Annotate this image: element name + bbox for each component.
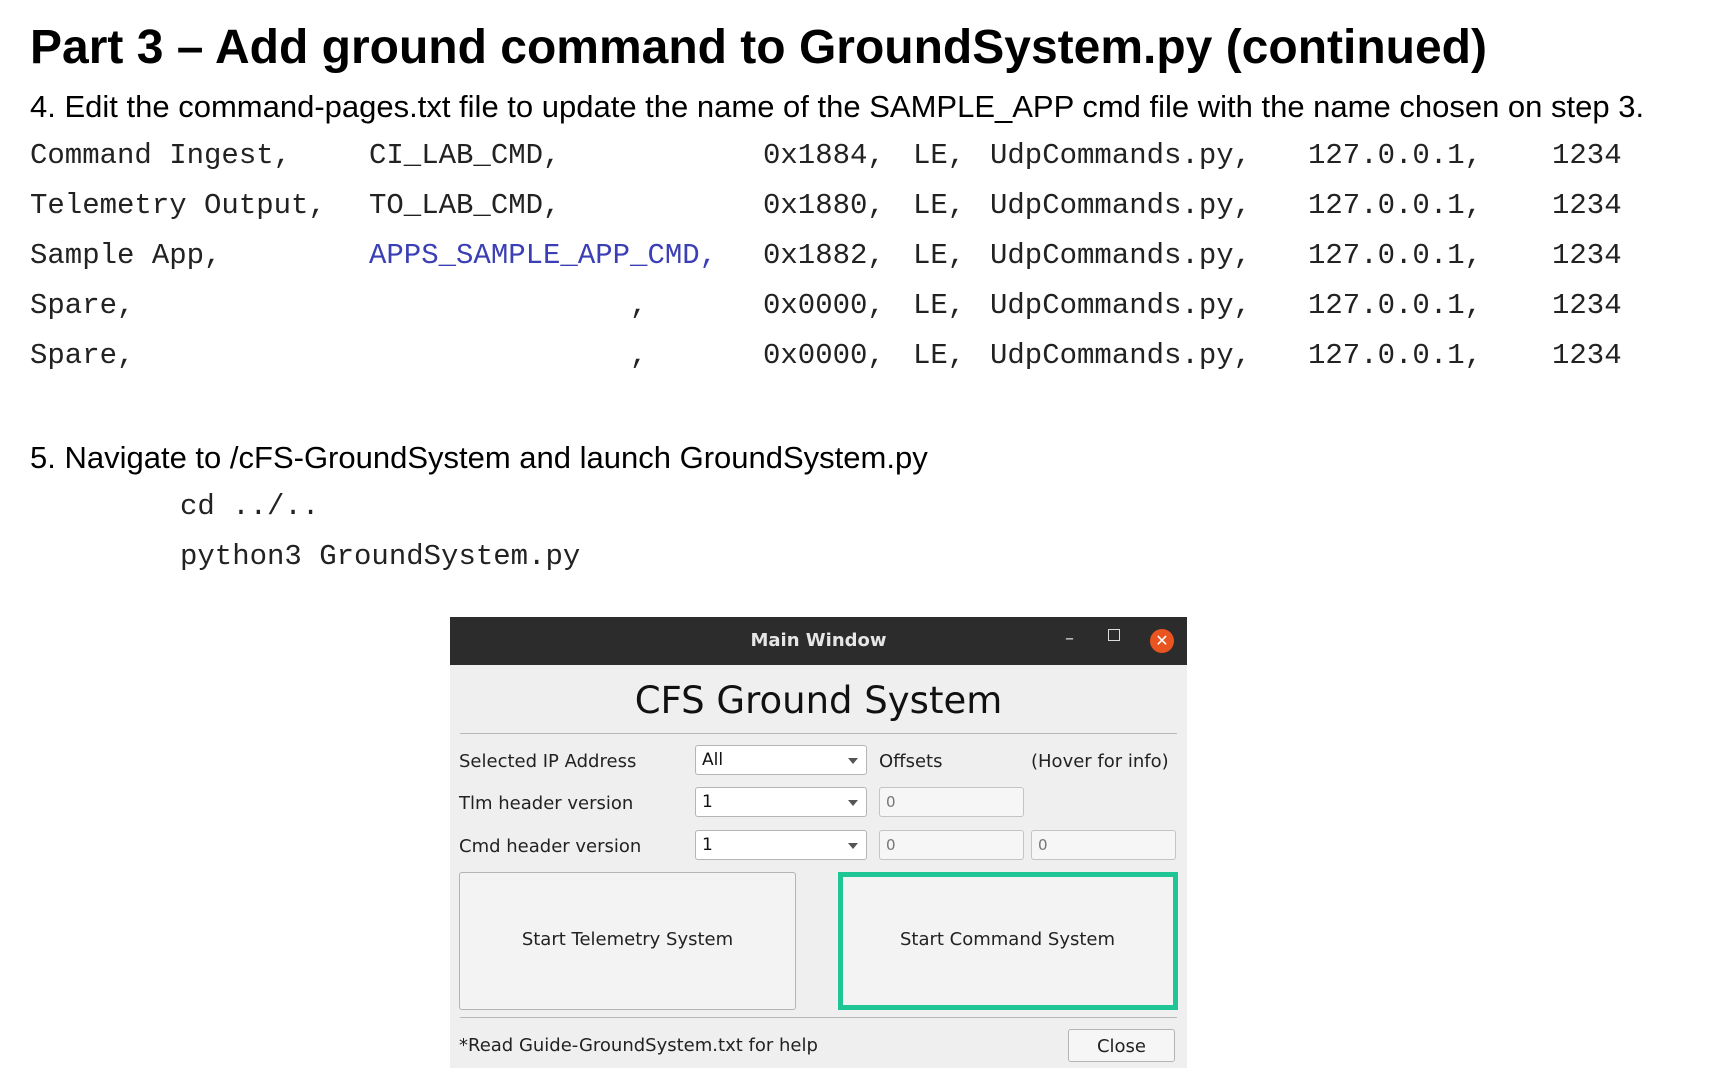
tlm-header-version-label: Tlm header version xyxy=(459,793,634,814)
command-ip: 127.0.0.1, xyxy=(1308,189,1483,222)
command-macro: TO_LAB_CMD, xyxy=(369,189,561,222)
divider xyxy=(460,1017,1177,1018)
command-macro: , xyxy=(630,339,648,372)
chevron-down-icon xyxy=(848,843,858,849)
app-title: CFS Ground System xyxy=(634,679,1003,722)
code-line-cd: cd ../.. xyxy=(180,490,320,523)
command-id: 0x0000, xyxy=(763,289,885,322)
command-row: Command Ingest, CI_LAB_CMD, 0x1884, LE, … xyxy=(30,135,1690,185)
command-name: Sample App, xyxy=(30,239,222,272)
window-title-bar[interactable]: Main Window – ✕ xyxy=(450,617,1187,665)
command-endian: LE, xyxy=(913,289,966,322)
command-port: 1234 xyxy=(1552,339,1622,372)
page-title: Part 3 – Add ground command to GroundSys… xyxy=(30,21,1487,74)
selected-ip-label: Selected IP Address xyxy=(459,751,637,772)
command-file: UdpCommands.py, xyxy=(990,239,1252,272)
close-icon[interactable]: ✕ xyxy=(1150,629,1174,653)
command-file: UdpCommands.py, xyxy=(990,289,1252,322)
command-file: UdpCommands.py, xyxy=(990,139,1252,172)
minimize-icon[interactable]: – xyxy=(1065,628,1074,649)
selected-ip-dropdown[interactable]: All xyxy=(695,745,867,775)
command-macro: , xyxy=(630,289,648,322)
step-4-instruction: 4. Edit the command-pages.txt file to up… xyxy=(30,89,1645,124)
command-ip: 127.0.0.1, xyxy=(1308,339,1483,372)
tlm-header-version-dropdown[interactable]: 1 xyxy=(695,787,867,817)
maximize-icon[interactable] xyxy=(1108,629,1120,641)
command-id: 0x1882, xyxy=(763,239,885,272)
command-endian: LE, xyxy=(913,189,966,222)
cmd-header-version-value: 1 xyxy=(702,835,713,855)
command-file: UdpCommands.py, xyxy=(990,189,1252,222)
command-macro-highlighted: APPS_SAMPLE_APP_CMD, xyxy=(369,239,718,272)
command-ip: 127.0.0.1, xyxy=(1308,289,1483,322)
start-command-system-label: Start Command System xyxy=(899,929,1116,950)
command-port: 1234 xyxy=(1552,139,1622,172)
command-row: Telemetry Output, TO_LAB_CMD, 0x1880, LE… xyxy=(30,185,1690,235)
offsets-label: Offsets xyxy=(879,751,943,772)
window-title: Main Window xyxy=(750,630,887,651)
command-ip: 127.0.0.1, xyxy=(1308,239,1483,272)
command-row: Sample App, APPS_SAMPLE_APP_CMD, 0x1882,… xyxy=(30,235,1690,285)
command-id: 0x1880, xyxy=(763,189,885,222)
command-name: Command Ingest, xyxy=(30,139,292,172)
start-telemetry-system-button[interactable]: Start Telemetry System xyxy=(459,872,796,1010)
command-endian: LE, xyxy=(913,139,966,172)
cmd-offset-field-2[interactable] xyxy=(1031,830,1176,860)
command-id: 0x0000, xyxy=(763,339,885,372)
tlm-header-version-value: 1 xyxy=(702,792,713,812)
command-name: Telemetry Output, xyxy=(30,189,326,222)
command-file: UdpCommands.py, xyxy=(990,339,1252,372)
chevron-down-icon xyxy=(848,800,858,806)
help-text: *Read Guide-GroundSystem.txt for help xyxy=(459,1035,818,1056)
hover-info-label: (Hover for info) xyxy=(1031,751,1169,772)
tlm-offset-field[interactable] xyxy=(879,787,1024,817)
command-port: 1234 xyxy=(1552,189,1622,222)
code-line-python: python3 GroundSystem.py xyxy=(180,540,581,573)
selected-ip-value: All xyxy=(702,750,724,770)
close-button[interactable]: Close xyxy=(1068,1029,1175,1062)
main-window-screenshot: Main Window – ✕ CFS Ground System Select… xyxy=(450,617,1187,1068)
start-telemetry-system-label: Start Telemetry System xyxy=(521,929,734,950)
command-name: Spare, xyxy=(30,339,135,372)
command-macro: CI_LAB_CMD, xyxy=(369,139,561,172)
command-name: Spare, xyxy=(30,289,135,322)
start-command-system-button[interactable]: Start Command System xyxy=(839,872,1176,1010)
divider xyxy=(460,733,1177,734)
cmd-header-version-dropdown[interactable]: 1 xyxy=(695,830,867,860)
close-button-label: Close xyxy=(1096,1036,1147,1057)
command-row: Spare, , 0x0000, LE, UdpCommands.py, 127… xyxy=(30,335,1690,385)
command-endian: LE, xyxy=(913,339,966,372)
cmd-header-version-label: Cmd header version xyxy=(459,836,642,857)
command-ip: 127.0.0.1, xyxy=(1308,139,1483,172)
command-row: Spare, , 0x0000, LE, UdpCommands.py, 127… xyxy=(30,285,1690,335)
command-endian: LE, xyxy=(913,239,966,272)
chevron-down-icon xyxy=(848,758,858,764)
command-id: 0x1884, xyxy=(763,139,885,172)
cmd-offset-field-1[interactable] xyxy=(879,830,1024,860)
command-pages-listing: Command Ingest, CI_LAB_CMD, 0x1884, LE, … xyxy=(30,135,1690,385)
command-port: 1234 xyxy=(1552,239,1622,272)
command-port: 1234 xyxy=(1552,289,1622,322)
step-5-instruction: 5. Navigate to /cFS-GroundSystem and lau… xyxy=(30,440,928,475)
